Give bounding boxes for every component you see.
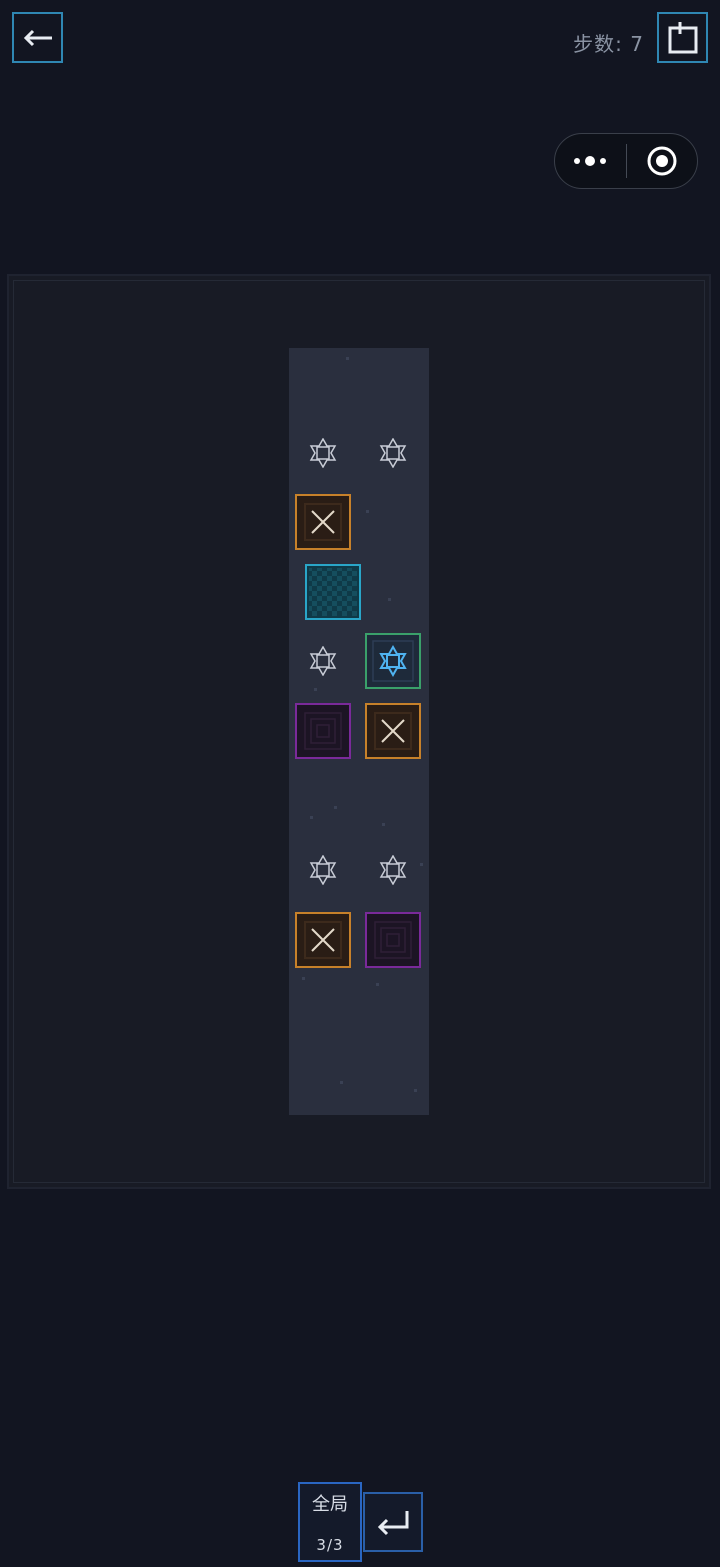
steps-label: 步数:	[573, 32, 623, 56]
concentric-square-icon	[304, 712, 342, 750]
overview-label: 全局	[312, 1494, 348, 1515]
cross-icon	[304, 503, 342, 541]
share-icon	[668, 21, 697, 53]
dust-dot	[388, 598, 391, 601]
crate-on-goal-block[interactable]	[365, 633, 421, 689]
goal-marker-icon	[309, 438, 337, 468]
crate-block[interactable]	[295, 912, 351, 968]
goal-marker-icon	[309, 855, 337, 885]
checker-pattern-icon	[309, 568, 357, 616]
dust-dot	[420, 863, 423, 866]
overview-button[interactable]: 全局 3/3	[298, 1482, 362, 1562]
step-counter: 步数: 7	[573, 28, 644, 57]
crate-block[interactable]	[365, 703, 421, 759]
game-screen: 步数: 7 全局 3/3	[0, 0, 720, 1567]
cross-icon	[374, 712, 412, 750]
more-button[interactable]	[555, 134, 626, 188]
dust-dot	[382, 823, 385, 826]
back-button[interactable]	[12, 12, 63, 63]
dust-dot	[340, 1081, 343, 1084]
close-miniprogram-button[interactable]	[627, 134, 698, 188]
arrow-left-icon	[23, 29, 52, 46]
share-button[interactable]	[657, 12, 708, 63]
dust-dot	[310, 816, 313, 819]
goal-marker-icon	[309, 646, 337, 676]
more-dots-icon	[574, 156, 607, 166]
enter-return-icon	[377, 1511, 409, 1536]
dust-dot	[376, 983, 379, 986]
dust-dot	[346, 357, 349, 360]
dust-dot	[314, 688, 317, 691]
crate-block[interactable]	[295, 494, 351, 550]
goal-marker-icon	[379, 855, 407, 885]
dust-dot	[334, 806, 337, 809]
dust-dot	[414, 1089, 417, 1092]
undo-button[interactable]	[363, 1492, 423, 1552]
dust-dot	[302, 977, 305, 980]
concentric-square-icon	[374, 921, 412, 959]
goal-marker-icon	[379, 438, 407, 468]
player-block[interactable]	[305, 564, 361, 620]
target-circle-icon	[647, 146, 677, 176]
portal-block[interactable]	[365, 912, 421, 968]
portal-block[interactable]	[295, 703, 351, 759]
cross-icon	[304, 921, 342, 959]
goal-star-icon	[372, 640, 414, 682]
steps-value: 7	[630, 32, 644, 56]
level-progress: 3/3	[316, 1536, 344, 1554]
dust-dot	[366, 510, 369, 513]
capsule-menu	[554, 133, 698, 189]
